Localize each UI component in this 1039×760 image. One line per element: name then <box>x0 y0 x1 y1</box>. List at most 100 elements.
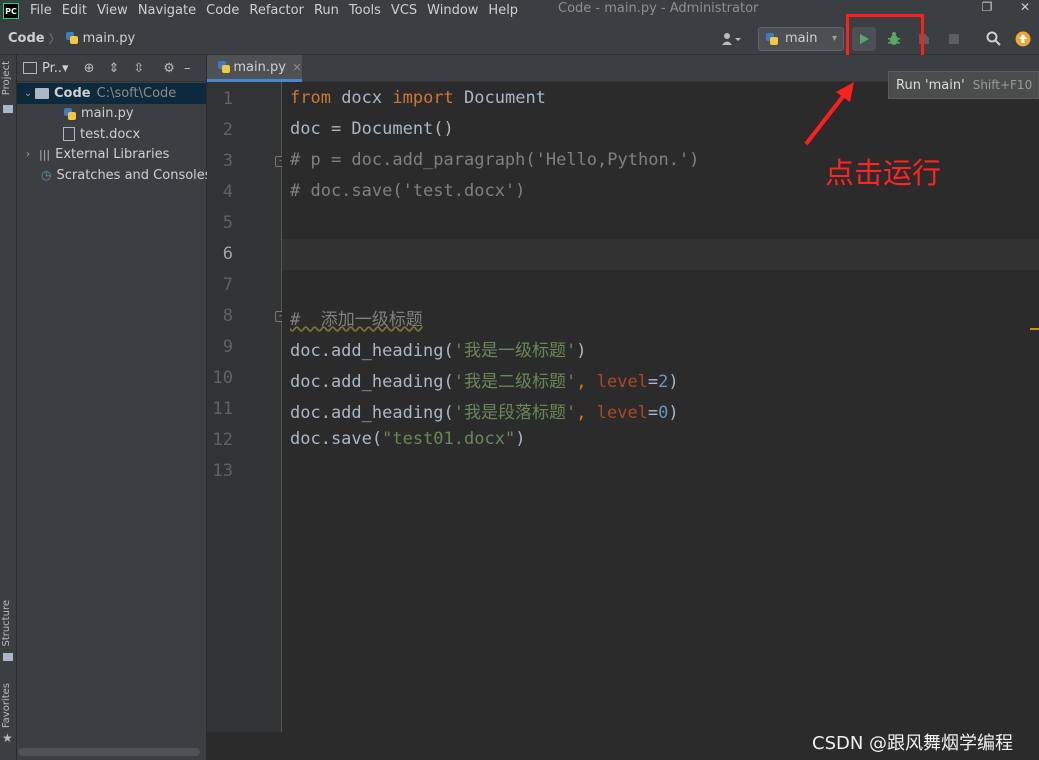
breadcrumb-project[interactable]: Code <box>8 31 45 46</box>
code-line-12: doc.save("test01.docx") <box>290 429 525 449</box>
tab-main-py[interactable]: main.py × <box>207 55 302 82</box>
code-text: , <box>576 403 597 423</box>
code-text: ) <box>515 429 526 449</box>
menu-view[interactable]: View <box>92 0 133 22</box>
tree-item-label: test.docx <box>80 126 141 142</box>
pycharm-logo-icon: PC <box>3 3 19 19</box>
tree-item-external-libraries[interactable]: › ||| External Libraries <box>17 145 206 166</box>
string-literal: '我是一级标题' <box>453 341 577 361</box>
editor-gutter: 1 2 3 4 5 6 7 8 9 10 11 12 13 - - <box>207 82 286 732</box>
line-number: 7 <box>222 275 233 295</box>
code-line-2: doc = Document() <box>290 119 454 139</box>
folder-icon <box>3 105 13 113</box>
tree-item-test-docx[interactable]: test.docx <box>17 124 206 145</box>
keyword: from <box>290 88 331 108</box>
menu-window[interactable]: Window <box>422 0 483 22</box>
tooltip-shortcut: Shift+F10 <box>972 78 1033 92</box>
line-number: 3 <box>222 151 233 171</box>
python-file-icon <box>65 31 79 45</box>
close-icon[interactable]: × <box>292 60 302 74</box>
close-window-button[interactable]: ✕ <box>1010 0 1039 20</box>
tree-item-scratches[interactable]: ◷ Scratches and Consoles <box>17 165 212 186</box>
menu-run[interactable]: Run <box>309 0 344 22</box>
menu-refactor[interactable]: Refactor <box>244 0 309 22</box>
run-tooltip: Run 'main' Shift+F10 <box>888 71 1039 99</box>
search-everywhere-button[interactable] <box>981 27 1005 51</box>
annotation-text: 点击运行 <box>825 156 942 190</box>
folder-icon <box>35 87 49 99</box>
horizontal-scrollbar[interactable] <box>18 748 200 756</box>
annotation-arrow-icon <box>804 82 854 146</box>
code-line-9: doc.add_heading('我是一级标题') <box>290 336 587 361</box>
line-number: 6 <box>222 244 233 264</box>
run-configuration-select[interactable]: main ▾ <box>758 26 844 51</box>
document-file-icon <box>63 127 75 142</box>
code-text: = <box>647 403 659 423</box>
menu-code[interactable]: Code <box>201 0 244 22</box>
tree-root-code[interactable]: ⌄ Code C:\soft\Code <box>17 83 206 104</box>
code-text: , <box>576 372 597 392</box>
menu-help[interactable]: Help <box>483 0 523 22</box>
project-panel-header: Pr..▾ ⊕ ⇕ ⇳ ⚙ – <box>17 55 206 82</box>
parameter-name: level <box>596 372 648 392</box>
line-number: 10 <box>212 368 233 388</box>
project-view-icon <box>23 62 37 74</box>
breadcrumb-file[interactable]: main.py <box>83 31 136 46</box>
menu-edit[interactable]: Edit <box>57 0 92 22</box>
tree-item-label: main.py <box>81 106 134 122</box>
locate-file-icon[interactable]: ⊕ <box>84 61 95 76</box>
code-text: doc.add_heading( <box>290 341 454 361</box>
line-number: 13 <box>212 461 233 481</box>
chevron-right-icon[interactable]: › <box>21 149 35 160</box>
project-tool-window-tab[interactable]: Project <box>1 61 12 95</box>
tree-item-label: External Libraries <box>55 147 170 163</box>
collapse-all-icon[interactable]: ⇳ <box>133 61 144 76</box>
string-literal: '我是二级标题' <box>453 372 577 392</box>
code-text: docx <box>330 88 393 108</box>
project-view-select[interactable]: Pr..▾ <box>42 61 69 76</box>
window-title: Code - main.py - Administrator <box>558 1 759 16</box>
menu-vcs[interactable]: VCS <box>386 0 422 22</box>
code-line-8: # 添加一级标题 <box>290 310 423 330</box>
hide-panel-icon[interactable]: – <box>184 61 191 76</box>
line-number: 4 <box>222 182 233 202</box>
code-line-4: # doc.save('test.docx') <box>290 181 526 201</box>
expand-all-icon[interactable]: ⇕ <box>108 61 119 76</box>
breadcrumb-separator-icon: 〉 <box>48 31 61 46</box>
user-icon[interactable] <box>717 27 747 51</box>
code-text: Document <box>453 88 546 108</box>
error-stripe-marker[interactable] <box>1030 328 1039 330</box>
current-line-highlight <box>282 239 1039 270</box>
search-icon <box>986 31 1001 46</box>
structure-tool-window-tab[interactable]: Structure <box>1 600 12 647</box>
code-text: ) <box>576 341 587 361</box>
chevron-down-icon[interactable]: ⌄ <box>21 88 35 99</box>
menu-tools[interactable]: Tools <box>344 0 386 22</box>
code-line-3: # p = doc.add_paragraph('Hello,Python.') <box>290 150 700 170</box>
code-line-10: doc.add_heading('我是二级标题', level=2) <box>290 367 679 392</box>
line-number: 1 <box>222 89 233 109</box>
python-file-icon <box>63 107 77 121</box>
gear-icon[interactable]: ⚙ <box>163 61 175 76</box>
code-text: doc.add_heading( <box>290 403 454 423</box>
run-configuration-label: main <box>785 31 818 46</box>
tree-item-main-py[interactable]: main.py <box>17 104 206 125</box>
star-icon: ★ <box>2 731 13 745</box>
tree-root-label: Code <box>54 85 91 101</box>
update-icon <box>1015 31 1031 46</box>
line-number: 8 <box>222 306 233 326</box>
parameter-name: level <box>596 403 648 423</box>
number-literal: 2 <box>658 372 669 392</box>
restore-window-button[interactable]: ❐ <box>972 0 1002 20</box>
project-panel: Pr..▾ ⊕ ⇕ ⇳ ⚙ – ⌄ Code C:\soft\Code main… <box>17 55 212 760</box>
line-number: 9 <box>222 337 233 357</box>
code-text: doc.save( <box>290 429 383 449</box>
favorites-tool-window-tab[interactable]: Favorites <box>1 683 12 728</box>
string-literal: "test01.docx" <box>382 429 516 449</box>
menu-file[interactable]: File <box>25 0 57 22</box>
update-button[interactable] <box>1011 27 1035 51</box>
stop-button[interactable] <box>942 27 966 51</box>
code-text: ) <box>668 372 679 392</box>
menu-navigate[interactable]: Navigate <box>133 0 201 22</box>
keyword: import <box>392 88 454 108</box>
